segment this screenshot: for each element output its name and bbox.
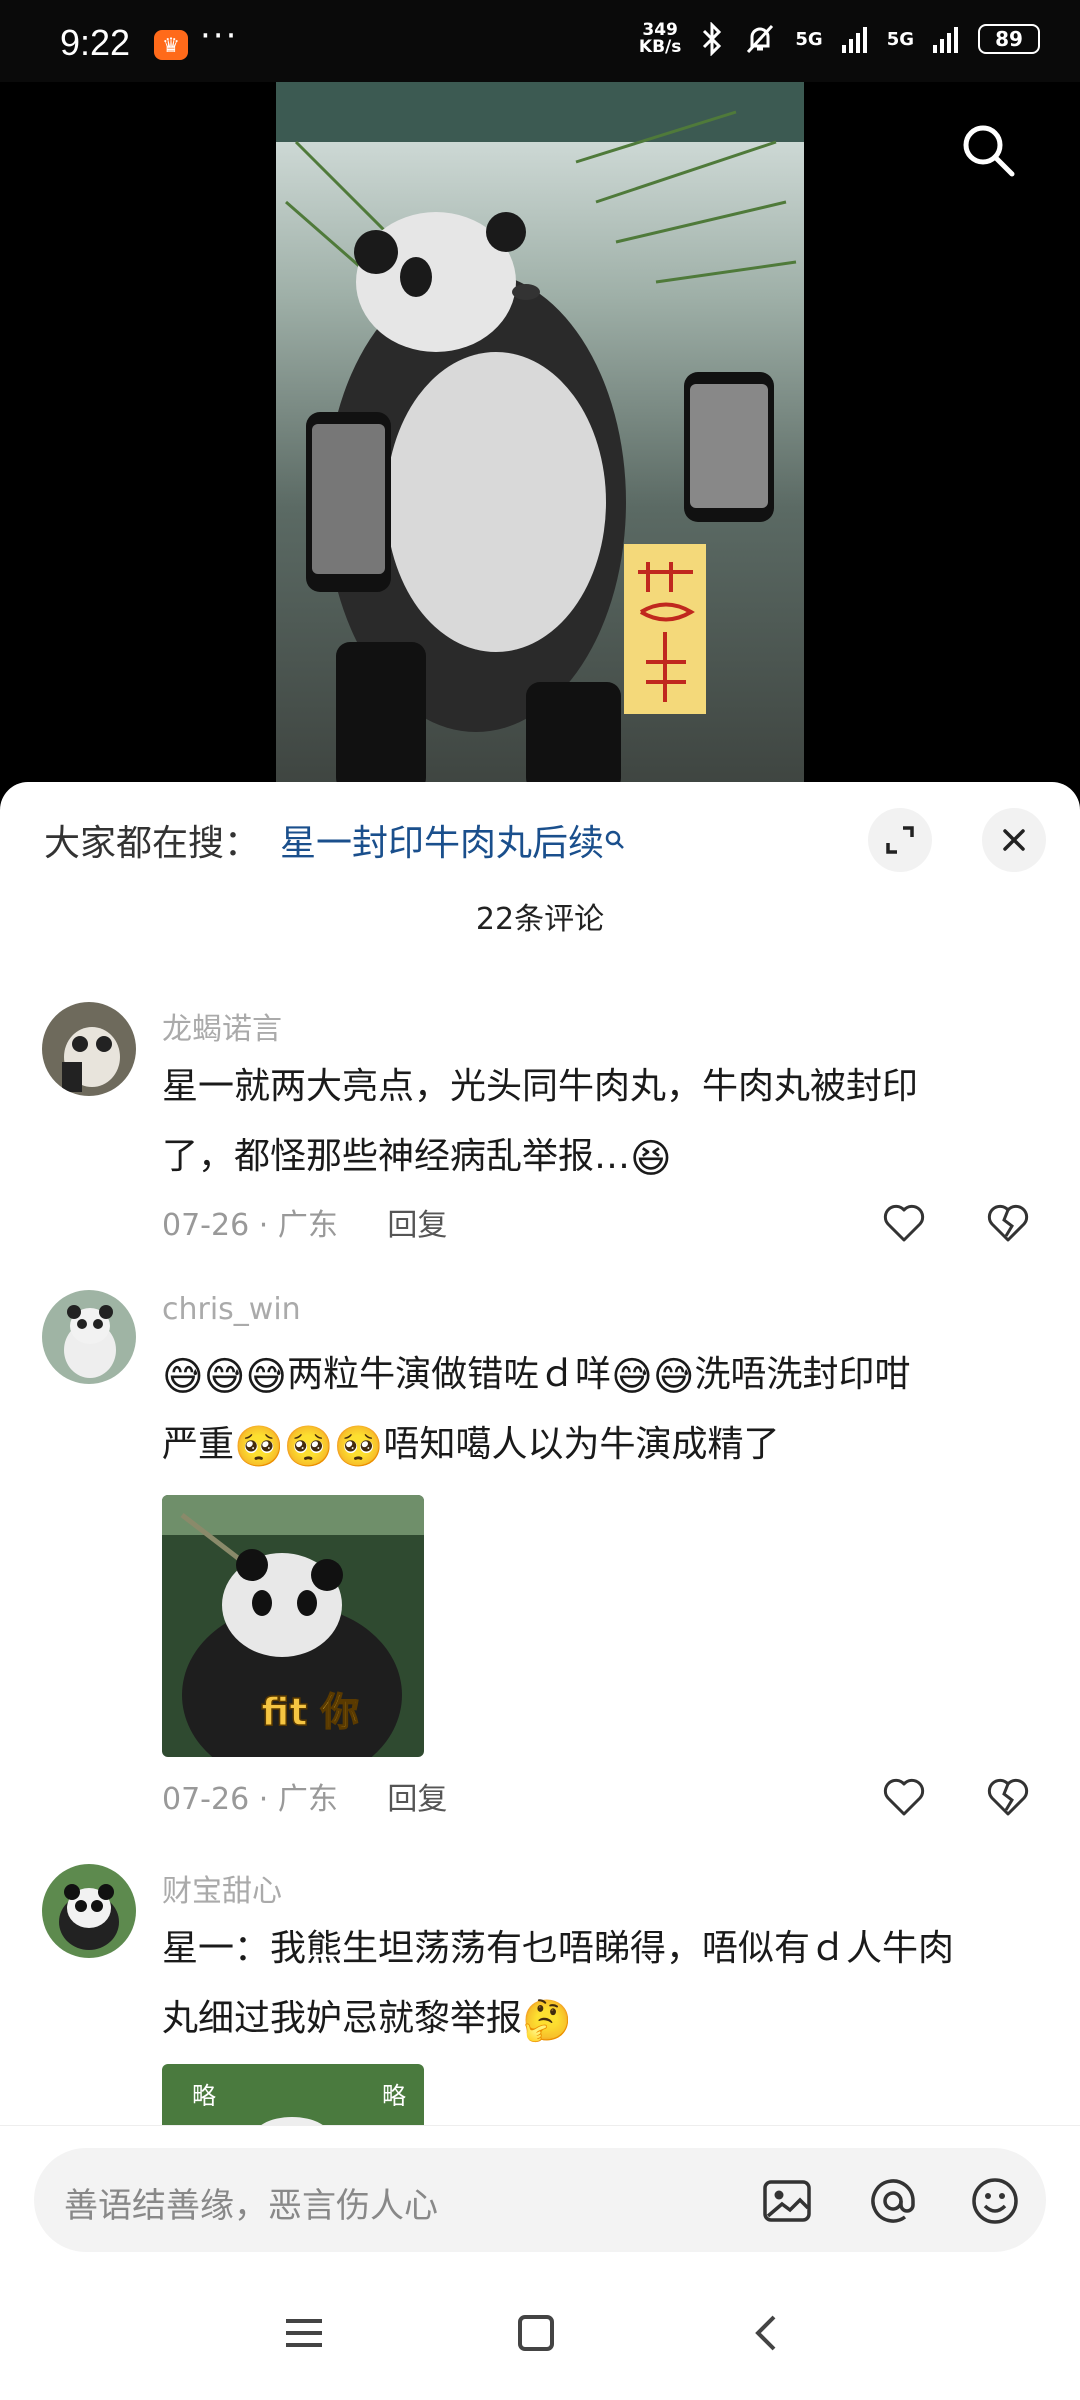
broken-heart-icon[interactable] — [984, 1772, 1032, 1820]
comment-text-line: 了，都怪那些神经病乱举报…😆 — [162, 1122, 1042, 1192]
comment-text-line: 星一：我熊生坦荡荡有乜唔睇得，唔似有ｄ人牛肉 — [162, 1928, 955, 1969]
comment-username[interactable]: chris_win — [162, 1292, 301, 1327]
reply-button[interactable]: 回复 — [387, 1782, 447, 1817]
comment-text-segment: 严重 — [162, 1424, 235, 1465]
menu-icon[interactable] — [276, 2305, 332, 2361]
comment-text-line: 😅😅😅两粒牛演做错咗ｄ咩😅😅洗唔洗封印咁 — [162, 1340, 1042, 1410]
comment-date: 07-26 — [162, 1782, 250, 1817]
sticker-caption: 略 — [382, 2082, 406, 2110]
sweat-laugh-emoji: 😅😅 — [611, 1354, 695, 1400]
avatar[interactable] — [42, 1290, 136, 1384]
close-button[interactable] — [982, 808, 1046, 872]
battery-indicator: 89 — [978, 24, 1040, 54]
comment-text-segment: 洗唔洗封印咁 — [694, 1354, 911, 1395]
video-player[interactable] — [0, 82, 1080, 792]
laugh-emoji: 😆 — [630, 1136, 672, 1182]
comment-text: 星一：我熊生坦荡荡有乜唔睇得，唔似有ｄ人牛肉 丸细过我妒忌就黎举报🤔 — [162, 1914, 1042, 2054]
expand-button[interactable] — [868, 808, 932, 872]
comment-meta: 07-26 · 广东 回复 — [162, 1200, 447, 1244]
meta-separator: · — [258, 1208, 269, 1243]
comment-count: 22条评论 — [475, 902, 605, 937]
comment-text-segment: 了，都怪那些神经病乱举报… — [162, 1136, 631, 1177]
sticker-caption: fit 你 — [261, 1690, 359, 1734]
comment-date: 07-26 — [162, 1208, 250, 1243]
system-nav-bar — [0, 2265, 1080, 2400]
comment-text-line: 丸细过我妒忌就黎举报🤔 — [162, 1984, 1042, 2054]
broken-heart-icon[interactable] — [984, 1198, 1032, 1246]
app-notification-icon: ♛ — [154, 30, 188, 60]
comment-input-placeholder: 善语结善缘，恶言伤人心 — [64, 2186, 438, 2226]
bluetooth-icon — [703, 22, 722, 56]
heart-icon[interactable] — [880, 1198, 928, 1246]
pleading-emoji: 🥺🥺🥺 — [234, 1424, 384, 1470]
comment-text-line: 星一就两大亮点，光头同牛肉丸，牛肉丸被封印 — [162, 1066, 919, 1107]
comment-text-segment: 唔知噶人以为牛演成精了 — [383, 1424, 780, 1465]
emoji-icon[interactable] — [968, 2174, 1022, 2228]
status-bar: 9:22 ♛ ··· 349 KB/s 5G 5G 89 — [0, 0, 1080, 82]
signal-5g-2: 5G — [886, 28, 914, 50]
signal-5g-1: 5G — [795, 28, 823, 50]
comment-text-segment: 丸细过我妒忌就黎举报 — [162, 1998, 523, 2039]
comment-text-line: 严重🥺🥺🥺唔知噶人以为牛演成精了 — [162, 1410, 1042, 1480]
reply-button[interactable]: 回复 — [387, 1208, 447, 1243]
hot-search-link[interactable]: 星一封印牛肉丸后续 — [280, 814, 604, 866]
hot-search-label: 大家都在搜： — [44, 823, 261, 864]
heart-icon[interactable] — [880, 1772, 928, 1820]
comment-username[interactable]: 财宝甜心 — [162, 1866, 282, 1910]
avatar[interactable] — [42, 1002, 136, 1096]
avatar[interactable] — [42, 1864, 136, 1958]
comment-input[interactable]: 善语结善缘，恶言伤人心 — [34, 2148, 1046, 2252]
sweat-laugh-emoji: 😅😅😅 — [162, 1354, 288, 1400]
comment-text: 😅😅😅两粒牛演做错咗ｄ咩😅😅洗唔洗封印咁 严重🥺🥺🥺唔知噶人以为牛演成精了 — [162, 1340, 1042, 1480]
comment-text: 星一就两大亮点，光头同牛肉丸，牛肉丸被封印 了，都怪那些神经病乱举报…😆 — [162, 1052, 1042, 1192]
network-speed-unit: KB/s — [638, 37, 682, 57]
back-icon[interactable] — [740, 2305, 796, 2361]
image-icon[interactable] — [760, 2174, 814, 2228]
mention-icon[interactable] — [866, 2174, 920, 2228]
hot-search-bar: 大家都在搜： 星一封印牛肉丸后续 — [44, 814, 626, 866]
status-time: 9:22 — [60, 22, 131, 63]
thinking-emoji: 🤔 — [522, 1998, 572, 2044]
meta-separator: · — [258, 1782, 269, 1817]
status-indicators: 349 KB/s 5G 5G 89 — [639, 22, 1040, 56]
signal-bars-icon-2 — [933, 27, 958, 53]
close-icon — [1003, 829, 1025, 851]
comment-input-area: 善语结善缘，恶言伤人心 — [0, 2125, 1080, 2265]
comment-username[interactable]: 龙蝎诺言 — [162, 1004, 282, 1048]
comment-region: 广东 — [277, 1208, 338, 1243]
video-frame[interactable] — [276, 82, 804, 792]
network-speed: 349 KB/s — [639, 22, 681, 56]
home-icon[interactable] — [508, 2305, 564, 2361]
mute-bell-icon — [747, 24, 774, 54]
expand-icon — [886, 826, 914, 854]
comment-meta: 07-26 · 广东 回复 — [162, 1774, 447, 1818]
comment-text-segment: 两粒牛演做错咗ｄ咩 — [287, 1354, 612, 1395]
more-notifications-icon: ··· — [200, 16, 239, 56]
search-icon[interactable] — [958, 120, 1018, 180]
signal-bars-icon — [841, 27, 867, 53]
sticker-image[interactable]: fit 你 — [162, 1495, 424, 1757]
sticker-caption: 略 — [192, 2082, 216, 2110]
panda-video-image — [276, 82, 804, 792]
comment-region: 广东 — [277, 1782, 338, 1817]
small-search-icon — [605, 830, 624, 849]
